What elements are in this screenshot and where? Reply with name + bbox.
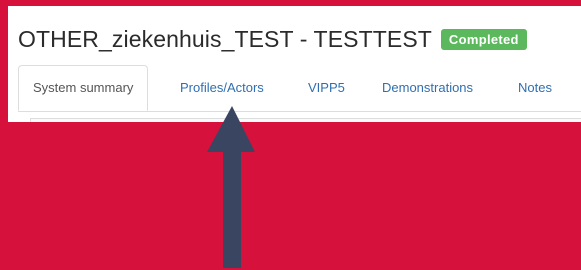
screenshot-stage: OTHER_ziekenhuis_TEST - TESTTEST Complet…	[0, 0, 581, 270]
tab-profiles-actors[interactable]: Profiles/Actors	[180, 65, 264, 111]
status-badge: Completed	[440, 29, 527, 50]
tab-bar: System summary Profiles/Actors VIPP5 Dem…	[18, 65, 581, 112]
tab-notes[interactable]: Notes	[518, 65, 552, 111]
system-detail-panel: OTHER_ziekenhuis_TEST - TESTTEST Complet…	[8, 6, 581, 122]
tab-content-edge	[30, 118, 581, 122]
page-title: OTHER_ziekenhuis_TEST - TESTTEST	[18, 26, 432, 52]
up-arrow-icon	[207, 106, 255, 268]
tab-demonstrations[interactable]: Demonstrations	[382, 65, 473, 111]
title-row: OTHER_ziekenhuis_TEST - TESTTEST Complet…	[18, 26, 527, 53]
tab-vipp5[interactable]: VIPP5	[308, 65, 345, 111]
tab-system-summary[interactable]: System summary	[18, 65, 149, 111]
